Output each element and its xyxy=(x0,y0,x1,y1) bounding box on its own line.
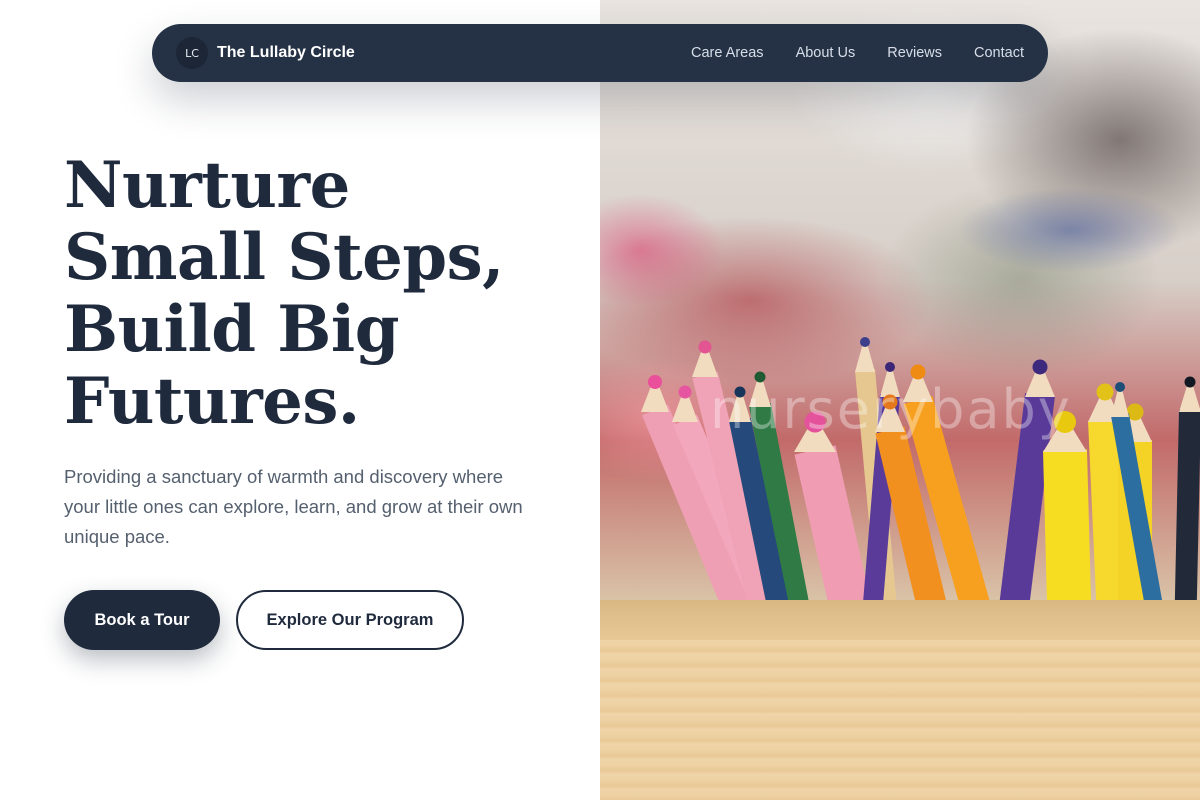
headline-line: Nurture xyxy=(64,148,350,223)
pencil-lead-tip xyxy=(648,375,662,389)
book-tour-button[interactable]: Book a Tour xyxy=(64,590,220,650)
pencil-lead-tip xyxy=(1184,376,1196,388)
headline-line: Build Big xyxy=(64,292,399,367)
pencil-lead-tip xyxy=(885,362,895,372)
hero-headline: Nurture Small Steps, Build Big Futures. xyxy=(64,150,584,438)
nav-links: Care Areas About Us Reviews Contact xyxy=(691,45,1024,61)
pencil-lead-tip xyxy=(698,340,712,354)
nav-link-contact[interactable]: Contact xyxy=(974,45,1024,61)
pencil-lead-tip xyxy=(1032,359,1048,375)
pencil-lead-tip xyxy=(860,337,870,347)
hero-subtitle: Providing a sanctuary of warmth and disc… xyxy=(64,466,523,547)
headline-line: Futures. xyxy=(64,364,360,439)
explore-program-button[interactable]: Explore Our Program xyxy=(236,590,464,650)
pencil-box-front xyxy=(600,640,1200,800)
nav-link-about-us[interactable]: About Us xyxy=(796,45,856,61)
pencil-lead-tip xyxy=(678,385,692,399)
logo-badge[interactable]: LC xyxy=(176,37,208,69)
brand-name[interactable]: The Lullaby Circle xyxy=(217,44,355,62)
pencil-lead-tip xyxy=(1096,383,1114,401)
nav-link-care-areas[interactable]: Care Areas xyxy=(691,45,764,61)
headline-line: Small Steps, xyxy=(64,220,504,295)
pencil-box-rim xyxy=(600,600,1200,640)
image-watermark: nurserybaby xyxy=(710,378,1072,441)
top-navbar: LC The Lullaby Circle Care Areas About U… xyxy=(152,24,1048,82)
pencil-lead-tip xyxy=(1115,382,1125,392)
nav-link-reviews[interactable]: Reviews xyxy=(887,45,942,61)
hero-image: nurserybaby xyxy=(600,0,1200,800)
